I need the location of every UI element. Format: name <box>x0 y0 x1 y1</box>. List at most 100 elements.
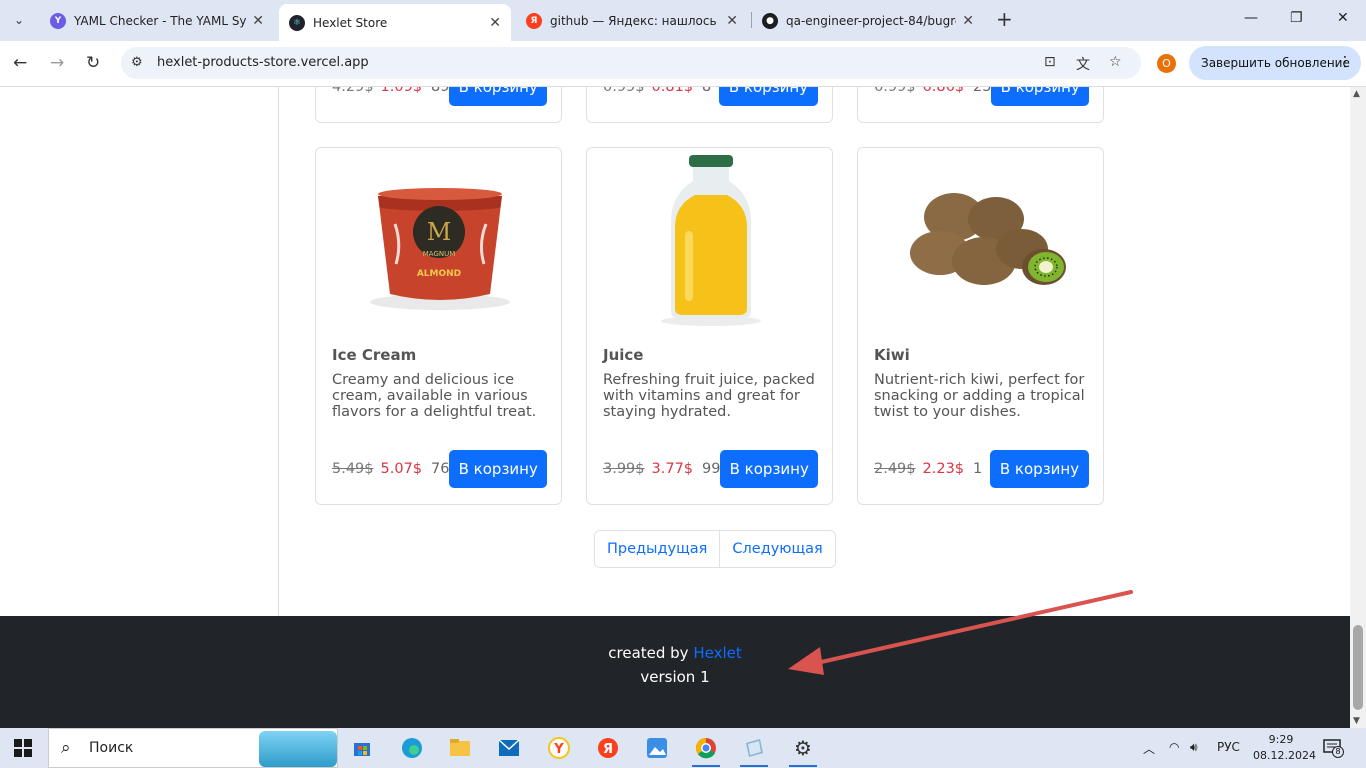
sale-price: 6.86$ <box>922 87 965 95</box>
site-settings-icon[interactable]: ⚙ <box>131 55 143 70</box>
system-clock[interactable]: 9:29 08.12.2024 <box>1253 732 1316 764</box>
address-bar[interactable]: ⚙ hexlet-products-store.vercel.app ⊡ 文 ☆ <box>121 47 1141 79</box>
product-card-kiwi: Kiwi Nutrient-rich kiwi, perfect for sna… <box>857 147 1104 505</box>
edge-icon[interactable] <box>392 732 432 764</box>
notes-icon[interactable] <box>734 732 774 767</box>
stock-count: 99 <box>702 461 721 477</box>
stock-count: 89 <box>431 87 450 95</box>
clock-time: 9:29 <box>1268 733 1294 746</box>
add-to-cart-button[interactable]: В корзину <box>449 450 547 488</box>
search-highlight-image <box>259 731 337 767</box>
stock-count: 76 <box>431 461 450 477</box>
footer-credit: created by Hexlet <box>0 644 1350 662</box>
arrow-right-icon: → <box>50 53 65 73</box>
tab-yaml-checker[interactable]: Y YAML Checker - The YAML Synt ✕ <box>40 6 274 36</box>
product-image-kiwi <box>859 149 1104 329</box>
input-language[interactable]: РУС <box>1217 740 1240 754</box>
volume-icon[interactable]: 🔊︎ <box>1190 740 1198 755</box>
stock-count: 8 <box>702 87 712 95</box>
add-to-cart-button[interactable]: В корзину <box>990 450 1089 488</box>
tab-hexlet-store[interactable]: ⚛ Hexlet Store ✕ <box>279 4 511 41</box>
product-description: Creamy and delicious ice cream, availabl… <box>332 372 537 420</box>
close-icon: ✕ <box>1337 10 1349 26</box>
close-icon[interactable]: ✕ <box>489 15 501 31</box>
clock-date: 08.12.2024 <box>1253 749 1316 762</box>
add-to-cart-button[interactable]: В корзину <box>449 87 547 106</box>
price-row: 5.49$ 5.07$ 76 В корзину <box>332 450 547 488</box>
bookmark-star-icon[interactable]: ☆ <box>1109 54 1122 70</box>
forward-button[interactable]: → <box>50 53 64 73</box>
url-text[interactable]: hexlet-products-store.vercel.app <box>157 55 369 70</box>
sale-price: 3.77$ <box>651 461 694 477</box>
update-browser-button[interactable]: Завершить обновление ⋮ <box>1189 46 1361 80</box>
product-card-ice-cream: M MAGNUM ALMOND Ice Cream Creamy and del… <box>315 147 562 505</box>
page-scrollbar[interactable]: ▲ ▼ <box>1350 87 1366 728</box>
product-description: Refreshing fruit juice, packed with vita… <box>603 372 815 420</box>
product-description: Nutrient-rich kiwi, perfect for snacking… <box>874 372 1085 420</box>
install-app-icon[interactable]: ⊡ <box>1044 54 1056 70</box>
wifi-icon[interactable]: ◠ <box>1169 740 1179 754</box>
taskbar-search[interactable]: ⌕ Поиск <box>48 728 338 768</box>
price-row: 3.99$ 3.77$ 99 В корзину <box>603 450 818 488</box>
add-to-cart-button[interactable]: В корзину <box>720 450 818 488</box>
scroll-down-icon[interactable]: ▼ <box>1353 716 1360 726</box>
sale-price: 0.81$ <box>651 87 694 95</box>
back-button[interactable]: ← <box>13 53 27 73</box>
footer-credit-text: created by <box>608 644 689 662</box>
tray-chevron-up-icon[interactable]: ︿ <box>1143 740 1155 757</box>
yandex-icon: Я <box>526 13 542 29</box>
tab-yandex-search[interactable]: Я github — Яндекс: нашлось 4 ты ✕ <box>516 6 748 36</box>
mail-icon[interactable] <box>489 732 529 764</box>
scroll-thumb[interactable] <box>1353 625 1363 710</box>
price-row: 6.99$ 6.86$ 25 В корзину <box>874 87 1089 106</box>
tab-title: YAML Checker - The YAML Synt <box>74 14 247 28</box>
sale-price: 5.07$ <box>380 461 423 477</box>
notification-center-icon[interactable]: 8 <box>1323 738 1345 758</box>
prev-page-button[interactable]: Предыдущая <box>595 531 720 567</box>
product-card: 6.99$ 6.86$ 25 В корзину <box>857 87 1104 123</box>
hexlet-link[interactable]: Hexlet <box>693 644 741 662</box>
plus-icon: + <box>996 7 1013 31</box>
translate-icon[interactable]: 文 <box>1076 54 1090 74</box>
yandex-icon[interactable]: Я <box>588 732 628 764</box>
close-window-button[interactable]: ✕ <box>1337 10 1349 26</box>
settings-icon[interactable]: ⚙ <box>783 732 823 767</box>
stock-count: 25 <box>973 87 992 95</box>
tab-github[interactable]: ● qa-engineer-project-84/bugrep ✕ <box>752 6 984 36</box>
reload-icon: ↻ <box>86 53 101 73</box>
old-price: 5.49$ <box>332 461 374 477</box>
windows-start-icon[interactable] <box>14 739 32 757</box>
file-explorer-icon[interactable] <box>440 732 480 764</box>
search-icon: ⌕ <box>61 738 71 758</box>
reload-button[interactable]: ↻ <box>86 53 100 73</box>
svg-text:ALMOND: ALMOND <box>416 269 460 279</box>
next-page-button[interactable]: Следующая <box>719 531 835 567</box>
close-icon[interactable]: ✕ <box>726 13 738 29</box>
price-row: 0.99$ 0.81$ 8 В корзину <box>603 87 818 106</box>
page-footer: created by Hexlet version 1 <box>0 616 1350 728</box>
browser-toolbar: ← → ↻ ⚙ hexlet-products-store.vercel.app… <box>0 41 1366 87</box>
restore-button[interactable]: ❐ <box>1290 10 1303 26</box>
new-tab-button[interactable]: + <box>996 9 1013 29</box>
product-card: 4.29$ 1.09$ 89 В корзину <box>315 87 562 123</box>
tab-strip: ⌄ Y YAML Checker - The YAML Synt ✕ ⚛ Hex… <box>0 0 1366 41</box>
scroll-up-icon[interactable]: ▲ <box>1353 89 1360 99</box>
photos-icon[interactable] <box>637 732 677 764</box>
tab-search-button[interactable]: ⌄ <box>6 7 32 33</box>
close-icon[interactable]: ✕ <box>252 13 264 29</box>
product-title: Juice <box>603 346 644 364</box>
price-row: 2.49$ 2.23$ 1 В корзину <box>874 450 1089 488</box>
old-price: 3.99$ <box>603 461 645 477</box>
minimize-button[interactable]: — <box>1244 10 1258 26</box>
product-image-ice-cream: M MAGNUM ALMOND <box>317 149 562 329</box>
sidebar-border <box>278 87 279 616</box>
add-to-cart-button[interactable]: В корзину <box>991 87 1089 106</box>
yandex-browser-icon[interactable]: Y <box>539 732 579 764</box>
store-icon[interactable] <box>342 732 382 764</box>
chrome-icon[interactable] <box>686 732 726 767</box>
profile-avatar[interactable]: O <box>1157 54 1176 73</box>
svg-text:MAGNUM: MAGNUM <box>422 250 455 258</box>
notification-count: 8 <box>1332 746 1344 758</box>
add-to-cart-button[interactable]: В корзину <box>719 87 818 106</box>
close-icon[interactable]: ✕ <box>962 13 974 29</box>
